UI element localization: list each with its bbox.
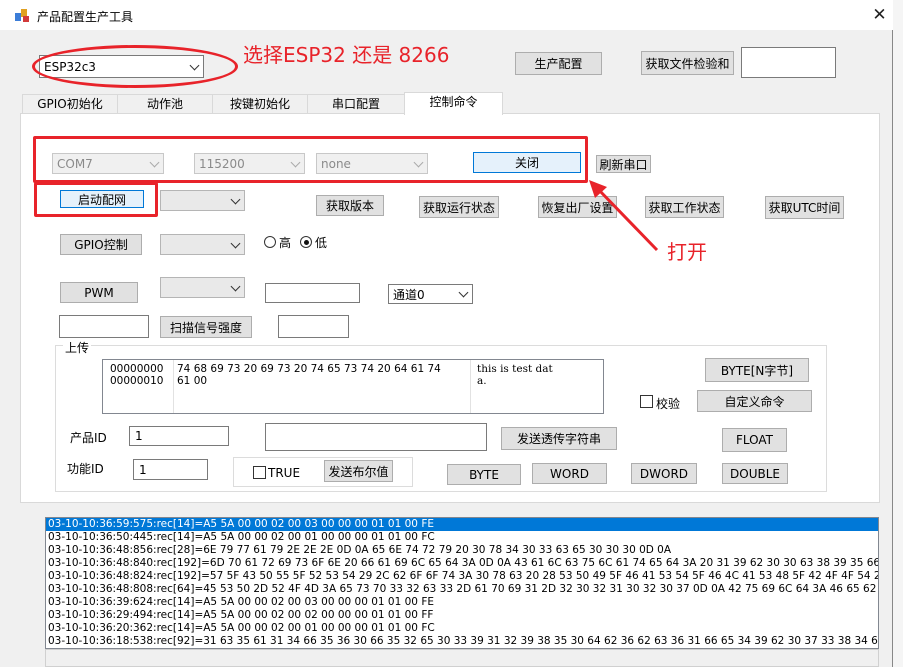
pwm-value-field[interactable] bbox=[265, 283, 360, 303]
true-label: TRUE bbox=[268, 466, 301, 480]
radio-low[interactable] bbox=[300, 236, 312, 248]
function-id-field[interactable]: 1 bbox=[133, 459, 208, 480]
hex-bytes: 74 68 69 73 20 69 73 20 74 65 73 74 20 6… bbox=[177, 363, 441, 375]
app-icon bbox=[15, 9, 29, 22]
pwm-select[interactable] bbox=[160, 277, 245, 298]
tab-key-init[interactable]: 按键初始化 bbox=[212, 94, 308, 114]
tab-action-pool[interactable]: 动作池 bbox=[117, 94, 213, 114]
word-button[interactable]: WORD bbox=[532, 463, 607, 484]
annotation-pairing-box bbox=[34, 182, 158, 217]
byte-n-button[interactable]: BYTE[N字节] bbox=[705, 358, 809, 382]
produce-config-button[interactable]: 生产配置 bbox=[515, 52, 602, 75]
log-line[interactable]: 03-10-10:36:48:824:rec[192]=57 5F 43 50 … bbox=[46, 570, 878, 583]
hex-ascii: this is test dat bbox=[477, 363, 553, 375]
byte-button[interactable]: BYTE bbox=[447, 464, 521, 485]
hex-divider bbox=[173, 360, 174, 413]
title-bar: 产品配置生产工具 ✕ bbox=[0, 0, 893, 30]
send-bool-button[interactable]: 发送布尔值 bbox=[324, 460, 393, 482]
tab-serial-config[interactable]: 串口配置 bbox=[307, 94, 405, 114]
gpio-select[interactable] bbox=[160, 234, 245, 255]
tab-control-commands[interactable]: 控制命令 bbox=[404, 92, 503, 115]
close-icon[interactable]: ✕ bbox=[866, 4, 893, 26]
log-line[interactable]: 03-10-10:36:20:362:rec[14]=A5 5A 00 00 0… bbox=[46, 622, 878, 635]
channel-select[interactable]: 通道0 bbox=[388, 284, 473, 304]
tab-gpio-init[interactable]: GPIO初始化 bbox=[22, 94, 118, 114]
radio-low-label: 低 bbox=[315, 236, 328, 250]
hex-divider bbox=[470, 360, 471, 413]
checksum-field[interactable] bbox=[741, 47, 836, 78]
float-button[interactable]: FLOAT bbox=[722, 428, 787, 452]
upload-group-label: 上传 bbox=[63, 339, 92, 356]
window-title: 产品配置生产工具 bbox=[37, 10, 134, 24]
chevron-down-icon bbox=[458, 287, 469, 298]
get-utc-time-button[interactable]: 获取UTC时间 bbox=[765, 196, 844, 219]
chevron-down-icon bbox=[230, 194, 241, 204]
scan-signal-button[interactable]: 扫描信号强度 bbox=[160, 316, 252, 338]
checksum-label: 校验 bbox=[656, 397, 681, 411]
pwm-button[interactable]: PWM bbox=[60, 282, 138, 303]
chevron-down-icon bbox=[230, 238, 241, 248]
hex-offset: 00000000 bbox=[110, 363, 164, 375]
annotation-ellipse bbox=[32, 45, 238, 88]
get-checksum-button[interactable]: 获取文件检验和 bbox=[641, 51, 734, 75]
log-list[interactable]: 03-10-10:36:59:575:rec[14]=A5 5A 00 00 0… bbox=[45, 517, 879, 649]
log-scrollbar[interactable] bbox=[45, 649, 879, 667]
log-line[interactable]: 03-10-10:36:48:808:rec[64]=45 53 50 2D 5… bbox=[46, 583, 878, 596]
hex-bytes: 61 00 bbox=[177, 375, 208, 387]
radio-high-label: 高 bbox=[279, 236, 292, 250]
background-window-strip bbox=[893, 0, 903, 667]
get-run-status-button[interactable]: 获取运行状态 bbox=[419, 196, 499, 218]
signal-value-field[interactable] bbox=[59, 315, 149, 338]
checksum-checkbox[interactable] bbox=[640, 395, 653, 408]
custom-command-button[interactable]: 自定义命令 bbox=[697, 390, 812, 412]
pairing-mode-select[interactable] bbox=[160, 190, 245, 211]
log-line[interactable]: 03-10-10:36:48:840:rec[192]=6D 70 61 72 … bbox=[46, 557, 878, 570]
annotation-serial-box bbox=[33, 136, 588, 183]
double-button[interactable]: DOUBLE bbox=[722, 463, 788, 484]
log-line[interactable]: 03-10-10:36:48:856:rec[28]=6E 79 77 61 7… bbox=[46, 544, 878, 557]
send-string-button[interactable]: 发送透传字符串 bbox=[501, 427, 617, 450]
log-line[interactable]: 03-10-10:36:29:494:rec[14]=A5 5A 00 00 0… bbox=[46, 609, 878, 622]
dword-button[interactable]: DWORD bbox=[631, 463, 697, 484]
gpio-control-button[interactable]: GPIO控制 bbox=[60, 234, 142, 255]
chevron-down-icon bbox=[230, 281, 241, 291]
refresh-port-button[interactable]: 刷新串口 bbox=[596, 155, 651, 173]
radio-high[interactable] bbox=[264, 236, 276, 248]
true-checkbox[interactable] bbox=[253, 466, 266, 479]
log-line[interactable]: 03-10-10:36:59:575:rec[14]=A5 5A 00 00 0… bbox=[46, 518, 878, 531]
product-id-label: 产品ID bbox=[70, 431, 107, 445]
log-line[interactable]: 03-10-10:36:39:624:rec[14]=A5 5A 00 00 0… bbox=[46, 596, 878, 609]
log-line[interactable]: 03-10-10:36:18:538:rec[92]=31 63 35 61 3… bbox=[46, 635, 878, 648]
log-line[interactable]: 03-10-10:36:50:445:rec[14]=A5 5A 00 00 0… bbox=[46, 531, 878, 544]
hex-offset: 00000010 bbox=[110, 375, 164, 387]
function-id-label: 功能ID bbox=[67, 462, 104, 476]
channel-value: 通道0 bbox=[393, 287, 425, 302]
hex-viewer: 00000000 00000010 74 68 69 73 20 69 73 2… bbox=[102, 359, 604, 414]
string-field[interactable] bbox=[265, 423, 487, 451]
signal-strength-field[interactable] bbox=[278, 315, 349, 338]
hex-ascii: a. bbox=[477, 375, 487, 387]
get-version-button[interactable]: 获取版本 bbox=[316, 195, 384, 216]
product-id-field[interactable]: 1 bbox=[129, 426, 229, 446]
annotation-open: 打开 bbox=[667, 240, 707, 264]
annotation-choose-chip: 选择ESP32 还是 8266 bbox=[243, 43, 450, 67]
